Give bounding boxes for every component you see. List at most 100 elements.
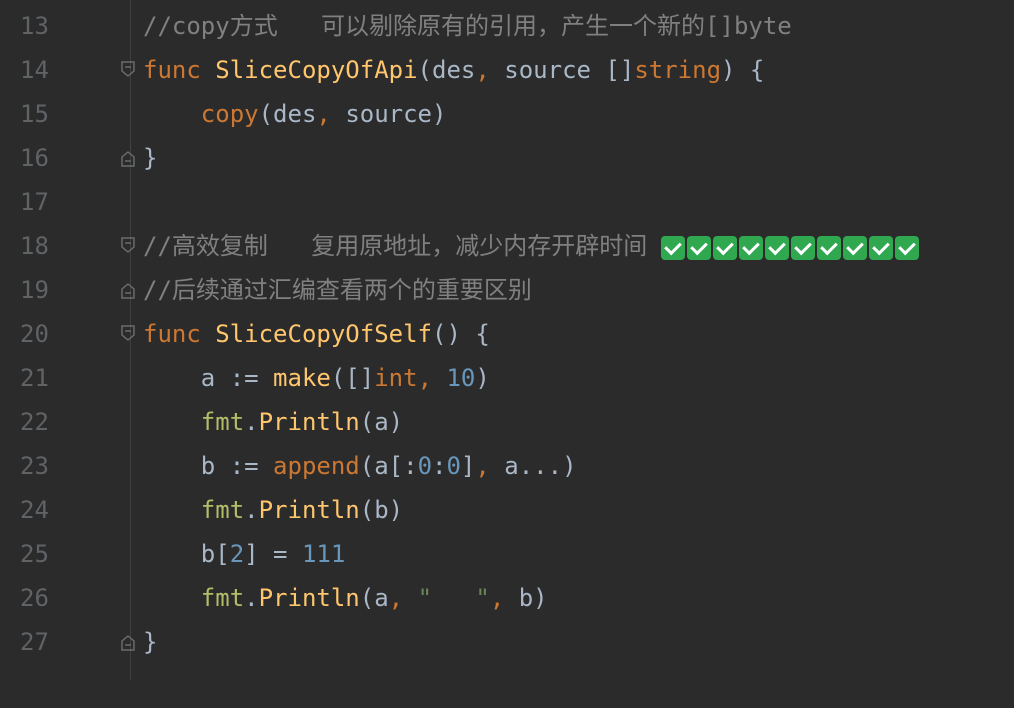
- code-token: func: [143, 56, 216, 84]
- code-token: 0: [446, 452, 461, 480]
- fold-start-icon[interactable]: [119, 236, 137, 254]
- code-token: ,: [489, 584, 519, 612]
- code-text[interactable]: fmt.Println(a, " ", b): [143, 576, 548, 620]
- code-token: Println: [258, 496, 360, 524]
- code-token: " ": [417, 584, 490, 612]
- code-text[interactable]: //后续通过汇编查看两个的重要区别: [143, 268, 532, 312]
- code-token: fmt: [200, 408, 245, 436]
- line-number: 19: [20, 276, 49, 304]
- code-line[interactable]: 21 a := make([]int, 10): [0, 356, 1014, 400]
- fold-start-icon[interactable]: [119, 324, 137, 342]
- code-line[interactable]: 14 func SliceCopyOfApi(des, source []stri…: [0, 48, 1014, 92]
- code-token: []: [605, 56, 635, 84]
- code-line[interactable]: 17: [0, 180, 1014, 224]
- code-token: ): [432, 100, 447, 128]
- code-token: :: [432, 452, 447, 480]
- code-token: fmt: [200, 584, 245, 612]
- line-number: 18: [20, 232, 49, 260]
- fold-end-icon[interactable]: [119, 282, 137, 300]
- code-line[interactable]: 13 //copy方式 可以剔除原有的引用，产生一个新的[]byte: [0, 4, 1014, 48]
- code-token: 111: [301, 540, 346, 568]
- code-text[interactable]: b[2] = 111: [143, 532, 346, 576]
- code-line[interactable]: 24 fmt.Println(b): [0, 488, 1014, 532]
- check-mark-emoji-icon: [843, 236, 868, 260]
- code-line[interactable]: 23 b := append(a[:0:0], a...): [0, 444, 1014, 488]
- fold-end-icon[interactable]: [119, 634, 137, 652]
- code-text[interactable]: //高效复制 复用原地址，减少内存开辟时间: [143, 224, 921, 268]
- code-token: source: [345, 100, 433, 128]
- code-token: ,: [388, 584, 418, 612]
- code-token: Println: [258, 408, 360, 436]
- code-token: string: [634, 56, 722, 84]
- code-token: ): [475, 364, 490, 392]
- check-mark-emoji-icon: [765, 236, 790, 260]
- code-text[interactable]: func SliceCopyOfSelf() {: [143, 312, 490, 356]
- code-line[interactable]: 25 b[2] = 111: [0, 532, 1014, 576]
- code-line[interactable]: 20 func SliceCopyOfSelf() {: [0, 312, 1014, 356]
- code-line[interactable]: 26 fmt.Println(a, " ", b): [0, 576, 1014, 620]
- code-text[interactable]: }: [143, 620, 157, 664]
- code-token: .: [244, 584, 259, 612]
- code-text[interactable]: //copy方式 可以剔除原有的引用，产生一个新的[]byte: [143, 4, 792, 48]
- code-line[interactable]: 15 copy(des, source): [0, 92, 1014, 136]
- code-token: }: [143, 628, 158, 656]
- code-token: ,: [417, 364, 447, 392]
- fold-end-icon[interactable]: [119, 150, 137, 168]
- code-line[interactable]: 16}: [0, 136, 1014, 180]
- line-number: 22: [20, 408, 49, 436]
- code-token: des: [273, 100, 317, 128]
- code-text[interactable]: b := append(a[:0:0], a...): [143, 444, 577, 488]
- check-mark-emoji-icon: [739, 236, 764, 260]
- code-line[interactable]: 22 fmt.Println(a): [0, 400, 1014, 444]
- code-line[interactable]: 19 //后续通过汇编查看两个的重要区别: [0, 268, 1014, 312]
- code-token: fmt: [200, 496, 245, 524]
- code-token: SliceCopyOfSelf: [215, 320, 432, 348]
- line-number: 26: [20, 584, 49, 612]
- check-mark-emoji-icon: [895, 236, 920, 260]
- code-token: 2: [229, 540, 245, 568]
- code-token: SliceCopyOfApi: [215, 56, 418, 84]
- fold-start-icon[interactable]: [119, 60, 137, 78]
- code-token: make: [273, 364, 331, 392]
- check-mark-emoji-icon: [791, 236, 816, 260]
- code-token: ,: [475, 56, 505, 84]
- code-token: func: [143, 320, 216, 348]
- code-token: (a[: [359, 452, 404, 480]
- code-token: .: [244, 496, 259, 524]
- code-token: copy: [200, 100, 259, 128]
- code-text[interactable]: fmt.Println(a): [143, 400, 403, 444]
- line-number: 17: [20, 188, 49, 216]
- line-number: 23: [20, 452, 49, 480]
- line-number: 27: [20, 628, 49, 656]
- code-text[interactable]: a := make([]int, 10): [143, 356, 490, 400]
- code-token: ]: [460, 452, 476, 480]
- line-number: 14: [20, 56, 49, 84]
- code-text[interactable]: fmt.Println(b): [143, 488, 403, 532]
- code-line[interactable]: 18 //高效复制 复用原地址，减少内存开辟时间: [0, 224, 1014, 268]
- code-text[interactable]: func SliceCopyOfApi(des, source []string…: [143, 48, 764, 92]
- code-token: 0: [417, 452, 433, 480]
- code-token: (a): [359, 408, 404, 436]
- code-token: 10: [446, 364, 476, 392]
- code-token: //copy方式 可以剔除原有的引用，产生一个新的[]byte: [143, 12, 792, 40]
- line-number: 24: [20, 496, 49, 524]
- code-token: :: [403, 452, 418, 480]
- code-token: Println: [258, 584, 360, 612]
- code-text[interactable]: copy(des, source): [143, 92, 447, 136]
- code-token: ([]: [330, 364, 375, 392]
- check-mark-emoji-icon: [713, 236, 738, 260]
- code-line-partial: [0, 664, 1014, 708]
- code-token: append: [273, 452, 360, 480]
- code-text[interactable]: }: [143, 136, 157, 180]
- code-line[interactable]: 27}: [0, 620, 1014, 664]
- code-editor[interactable]: 13 //copy方式 可以剔除原有的引用，产生一个新的[]byte 14 func …: [0, 0, 1014, 680]
- check-mark-emoji-icon: [687, 236, 712, 260]
- check-mark-emoji-icon: [817, 236, 842, 260]
- code-token: b :=: [200, 452, 274, 480]
- check-mark-emoji-icon: [661, 236, 686, 260]
